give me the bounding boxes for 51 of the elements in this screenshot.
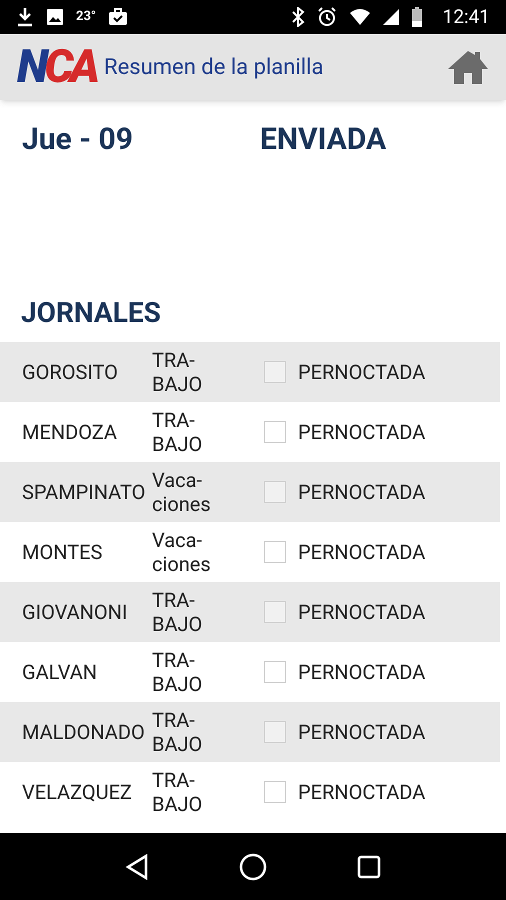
home-icon[interactable] (446, 49, 490, 85)
checkbox[interactable] (264, 361, 286, 383)
shift-type: TRA-BAJO (152, 348, 204, 396)
checkbox[interactable] (264, 721, 286, 743)
back-icon[interactable] (125, 854, 149, 880)
shift-type: TRA-BAJO (152, 708, 204, 756)
shift-type: Vaca-ciones (152, 528, 212, 576)
image-icon (46, 8, 64, 26)
checkbox[interactable] (264, 421, 286, 443)
temperature-text: 23° (76, 8, 96, 26)
bluetooth-icon (290, 7, 305, 27)
recents-icon[interactable] (357, 854, 381, 878)
worker-name: GIOVANONI (21, 599, 128, 626)
shift-type: TRA-BAJO (152, 408, 204, 456)
wifi-icon (348, 8, 371, 26)
checkbox[interactable] (264, 541, 286, 563)
shift-type: Vaca-ciones (152, 468, 212, 516)
checkbox[interactable] (264, 601, 286, 623)
worker-name: GALVAN (21, 659, 98, 686)
worker-name: GOROSITO (21, 359, 119, 386)
download-icon (16, 7, 34, 27)
date-text: Jue - 09 (22, 121, 134, 159)
checkbox-label: PERNOCTADA (298, 719, 426, 746)
section-title: JORNALES (20, 295, 162, 331)
shift-type: TRA-BAJO (152, 768, 204, 816)
nca-logo: NCA (17, 44, 96, 90)
screen-title: Resumen de la planilla (104, 54, 324, 82)
alarm-clock-icon (316, 7, 337, 27)
checkbox-label: PERNOCTADA (298, 539, 426, 566)
checkbox-label: PERNOCTADA (298, 599, 426, 626)
worker-name: VELAZQUEZ (21, 779, 133, 806)
status-text: ENVIADA (260, 121, 386, 159)
checkbox-label: PERNOCTADA (298, 359, 426, 386)
checkbox[interactable] (264, 481, 286, 503)
checkbox[interactable] (264, 781, 286, 803)
battery-icon (410, 7, 423, 27)
briefcase-check-icon (108, 8, 128, 26)
worker-name: MALDONADO (21, 719, 146, 746)
worker-name: SPAMPINATO (21, 479, 146, 506)
clock-time: 12:41 (442, 4, 490, 30)
home-circle-icon[interactable] (239, 852, 267, 880)
checkbox-label: PERNOCTADA (298, 419, 426, 446)
checkbox-label: PERNOCTADA (298, 779, 426, 806)
shift-type: TRA-BAJO (152, 588, 204, 636)
worker-name: MONTES (21, 539, 104, 566)
checkbox-label: PERNOCTADA (298, 659, 426, 686)
checkbox[interactable] (264, 661, 286, 683)
cell-signal-icon (382, 9, 399, 25)
shift-type: TRA-BAJO (152, 648, 204, 696)
checkbox-label: PERNOCTADA (298, 479, 426, 506)
worker-name: MENDOZA (21, 419, 118, 446)
